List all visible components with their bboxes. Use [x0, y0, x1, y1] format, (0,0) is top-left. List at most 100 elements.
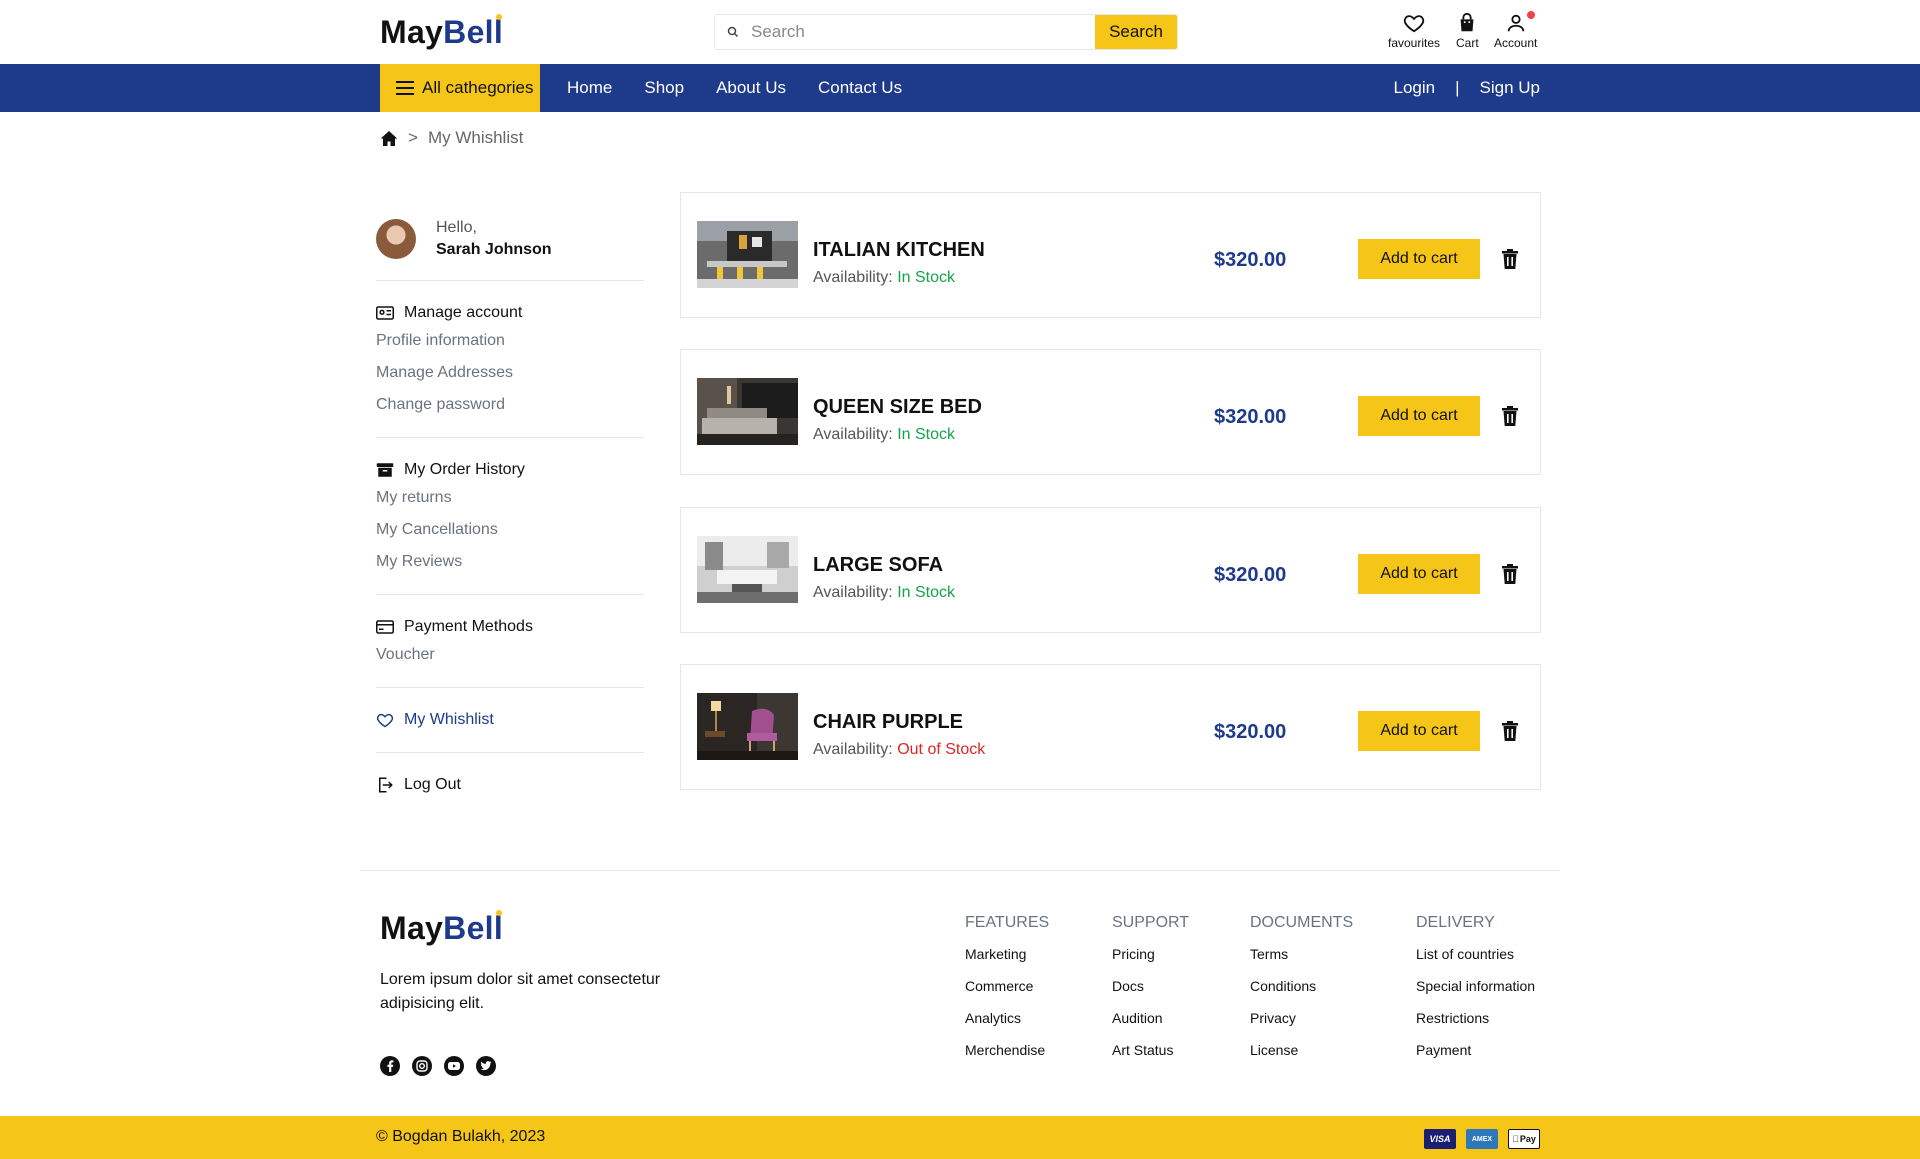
- product-title[interactable]: QUEEN SIZE BED: [813, 396, 982, 419]
- twitter-icon[interactable]: [476, 1056, 496, 1076]
- bottom-bar: © Bogdan Bulakh, 2023 VISA AMEX Pay: [0, 1116, 1920, 1159]
- cart-link[interactable]: Cart: [1456, 12, 1479, 50]
- search-input[interactable]: [751, 15, 1095, 49]
- product-price: $320.00: [1214, 406, 1287, 428]
- footer-link[interactable]: Art Status: [1112, 1034, 1189, 1066]
- trash-icon[interactable]: [1502, 406, 1518, 426]
- footer-heading: DELIVERY: [1416, 914, 1495, 931]
- trash-icon[interactable]: [1502, 249, 1518, 269]
- logo-dot: [496, 14, 502, 20]
- footer-link[interactable]: Pricing: [1112, 938, 1189, 970]
- divider: [376, 752, 644, 753]
- favourites-link[interactable]: favourites: [1388, 12, 1440, 50]
- wishlist-item: CHAIR PURPLE Availability: Out of Stock …: [680, 664, 1541, 790]
- instagram-icon[interactable]: [412, 1056, 432, 1076]
- add-to-cart-button[interactable]: Add to cart: [1358, 396, 1480, 436]
- footer-column-delivery: DELIVERY List of countries Special infor…: [1416, 914, 1535, 1066]
- sidebar-item-voucher[interactable]: Voucher: [376, 639, 644, 671]
- add-to-cart-button[interactable]: Add to cart: [1358, 239, 1480, 279]
- footer-link[interactable]: Terms: [1250, 938, 1353, 970]
- add-to-cart-button[interactable]: Add to cart: [1358, 554, 1480, 594]
- logo-text-bell: Bell: [443, 910, 504, 946]
- footer-link[interactable]: Analytics: [965, 1002, 1049, 1034]
- logo-text-may: May: [380, 14, 444, 50]
- manage-account-heading[interactable]: Manage account: [376, 301, 644, 325]
- sidebar-item-manage-addresses[interactable]: Manage Addresses: [376, 357, 644, 389]
- footer-link[interactable]: Marketing: [965, 938, 1049, 970]
- footer-link[interactable]: Privacy: [1250, 1002, 1353, 1034]
- product-image-italian-kitchen[interactable]: [697, 221, 798, 288]
- footer-link[interactable]: Restrictions: [1416, 1002, 1535, 1034]
- availability: Availability: In Stock: [813, 584, 955, 602]
- footer-column-support: SUPPORT Pricing Docs Audition Art Status: [1112, 914, 1189, 1066]
- product-image-large-sofa[interactable]: [697, 536, 798, 603]
- footer-link[interactable]: Audition: [1112, 1002, 1189, 1034]
- apple-pay-icon: Pay: [1508, 1129, 1540, 1149]
- facebook-icon[interactable]: [380, 1056, 400, 1076]
- footer-description: Lorem ipsum dolor sit amet consectetur a…: [380, 971, 661, 1012]
- availability-label: Availability:: [813, 584, 893, 601]
- footer-logo[interactable]: MayBell: [380, 910, 503, 947]
- availability-label: Availability:: [813, 269, 893, 286]
- sidebar-item-my-reviews[interactable]: My Reviews: [376, 546, 644, 578]
- add-to-cart-button[interactable]: Add to cart: [1358, 711, 1480, 751]
- product-price: $320.00: [1214, 721, 1287, 743]
- product-image-chair-purple[interactable]: [697, 693, 798, 760]
- breadcrumb-current: My Whishlist: [427, 128, 524, 147]
- signup-link[interactable]: Sign Up: [1480, 78, 1540, 98]
- login-link[interactable]: Login: [1393, 78, 1435, 98]
- sidebar-item-my-whishlist[interactable]: My Whishlist: [376, 708, 644, 732]
- search-button[interactable]: Search: [1095, 15, 1177, 49]
- nav-home[interactable]: Home: [567, 78, 612, 98]
- logout-button[interactable]: Log Out: [376, 773, 644, 797]
- id-card-icon: [376, 306, 394, 320]
- footer-link[interactable]: Commerce: [965, 970, 1049, 1002]
- availability-status: In Stock: [897, 269, 956, 286]
- footer-link[interactable]: Docs: [1112, 970, 1189, 1002]
- footer-column-features: FEATURES Marketing Commerce Analytics Me…: [965, 914, 1049, 1066]
- footer-heading: FEATURES: [965, 914, 1050, 931]
- divider: [376, 594, 644, 595]
- product-title[interactable]: CHAIR PURPLE: [813, 711, 963, 734]
- footer-link[interactable]: Payment: [1416, 1034, 1535, 1066]
- product-title[interactable]: ITALIAN KITCHEN: [813, 239, 985, 262]
- footer-link[interactable]: Merchendise: [965, 1034, 1049, 1066]
- apple-pay-label: Pay: [1516, 1134, 1536, 1144]
- sidebar-item-profile-information[interactable]: Profile information: [376, 325, 644, 357]
- search-bar: Search: [714, 14, 1178, 50]
- footer-link[interactable]: License: [1250, 1034, 1353, 1066]
- footer-link[interactable]: Conditions: [1250, 970, 1353, 1002]
- footer-column-documents: DOCUMENTS Terms Conditions Privacy Licen…: [1250, 914, 1353, 1066]
- footer-divider: [360, 870, 1560, 871]
- sidebar-item-my-cancellations[interactable]: My Cancellations: [376, 514, 644, 546]
- product-image-queen-size-bed[interactable]: [697, 378, 798, 445]
- trash-icon[interactable]: [1502, 564, 1518, 584]
- archive-box-icon: [376, 463, 394, 477]
- all-categories-button[interactable]: All cathegories: [380, 64, 540, 112]
- manage-account-label: Manage account: [404, 304, 523, 321]
- footer-link[interactable]: List of countries: [1416, 938, 1535, 970]
- sidebar-item-my-returns[interactable]: My returns: [376, 482, 644, 514]
- trash-icon[interactable]: [1502, 721, 1518, 741]
- search-icon: [715, 15, 751, 49]
- youtube-icon[interactable]: [444, 1056, 464, 1076]
- greeting: Hello,: [436, 219, 477, 236]
- logo[interactable]: MayBell: [380, 14, 503, 51]
- heart-icon: [376, 713, 394, 728]
- sidebar-item-change-password[interactable]: Change password: [376, 389, 644, 421]
- availability-status: Out of Stock: [897, 741, 986, 758]
- payment-methods-heading[interactable]: Payment Methods: [376, 615, 644, 639]
- footer-link[interactable]: Special information: [1416, 970, 1535, 1002]
- product-title[interactable]: LARGE SOFA: [813, 554, 943, 577]
- order-history-group: My Order History My returns My Cancellat…: [376, 458, 644, 578]
- amex-icon: AMEX: [1466, 1129, 1498, 1149]
- credit-card-icon: [376, 620, 394, 634]
- nav-contact-us[interactable]: Contact Us: [818, 78, 902, 98]
- nav-about-us[interactable]: About Us: [716, 78, 786, 98]
- wishlist-label: My Whishlist: [404, 711, 494, 728]
- nav-shop[interactable]: Shop: [644, 78, 684, 98]
- account-link[interactable]: Account: [1494, 11, 1537, 50]
- order-history-heading[interactable]: My Order History: [376, 458, 644, 482]
- home-icon[interactable]: [380, 130, 398, 147]
- nav-links: Home Shop About Us Contact Us: [567, 64, 902, 112]
